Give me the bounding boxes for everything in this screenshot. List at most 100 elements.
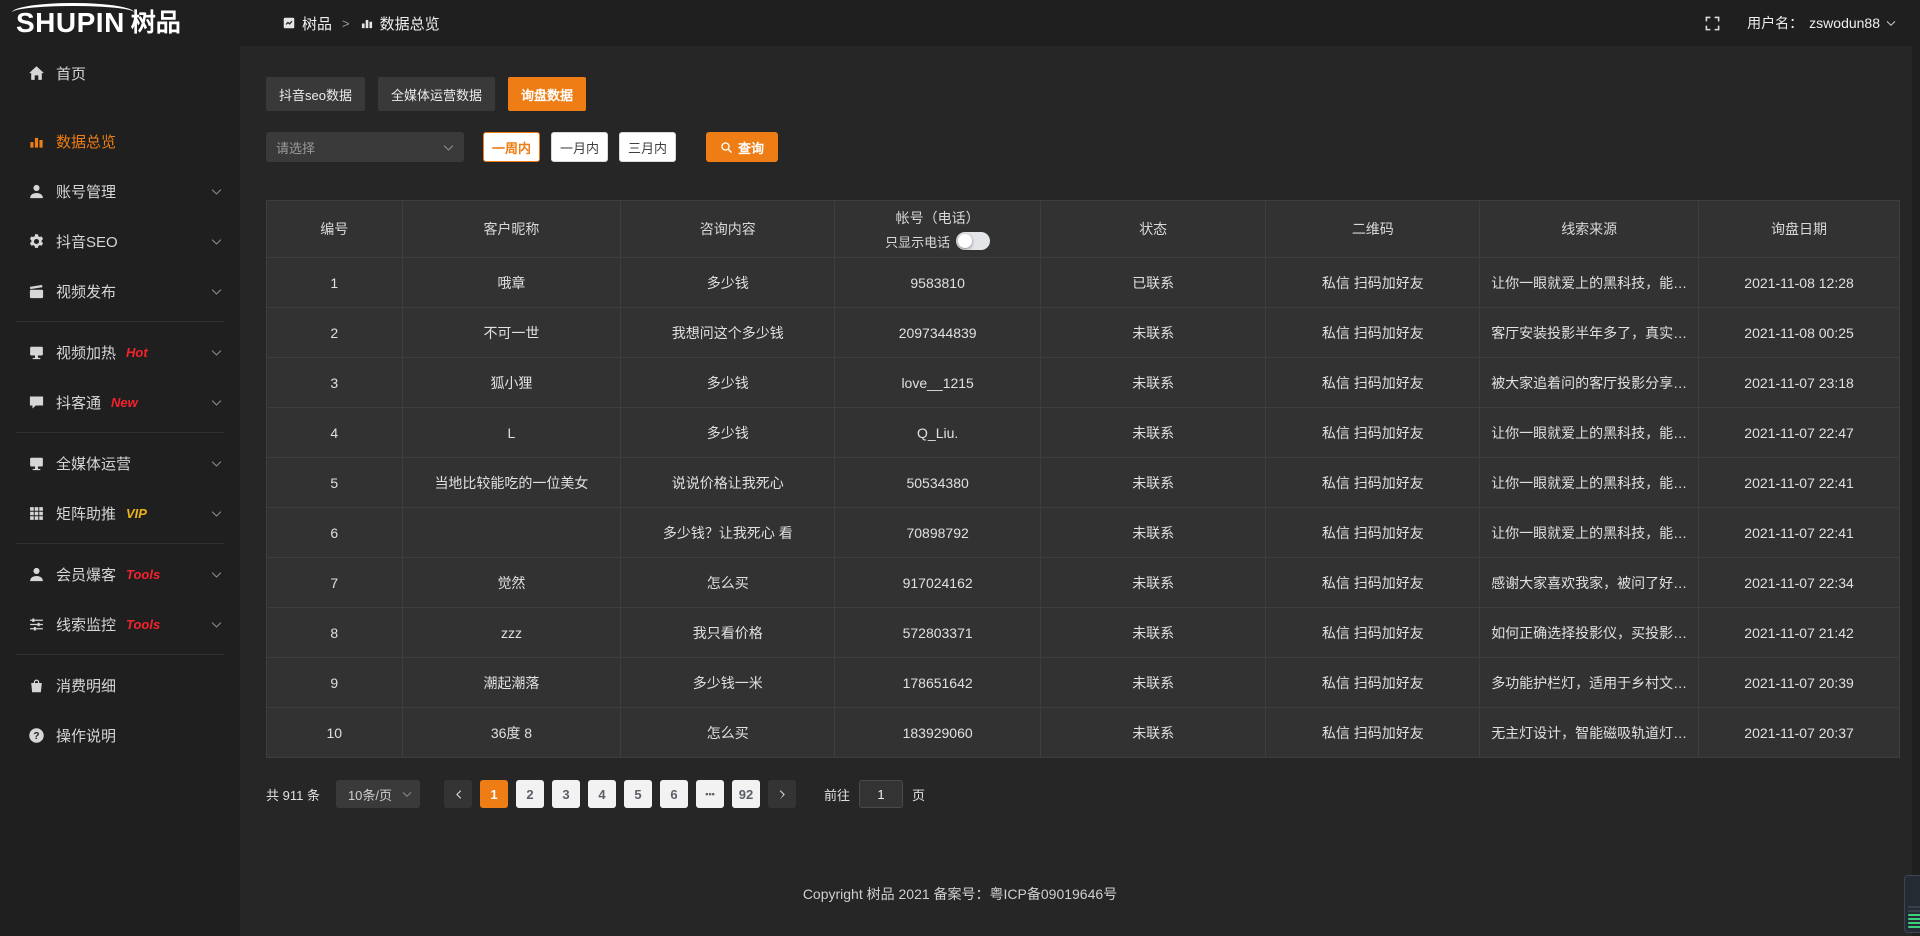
svg-text:?: ? — [33, 730, 39, 741]
cell-qr-links[interactable]: 私信 扫码加好友 — [1266, 258, 1480, 308]
cell-qr-links[interactable]: 私信 扫码加好友 — [1266, 608, 1480, 658]
cell-qr-links[interactable]: 私信 扫码加好友 — [1266, 308, 1480, 358]
sidebar-item-0[interactable]: 首页 — [0, 48, 240, 98]
screen-icon — [28, 344, 45, 361]
chevron-down-icon — [211, 397, 222, 408]
cell-status: 未联系 — [1041, 608, 1266, 658]
cell-qr-links[interactable]: 私信 扫码加好友 — [1266, 408, 1480, 458]
user-menu[interactable]: 用户名：zswodun88 — [1747, 13, 1896, 33]
sidebar-item-12[interactable]: ?操作说明 — [0, 710, 240, 760]
footer: Copyright 树品 2021 备案号：粤ICP备09019646号 — [0, 852, 1920, 936]
prev-page-button[interactable] — [444, 780, 472, 808]
table-row-7: 8zzz我只看价格572803371未联系私信 扫码加好友如何正确选择投影仪，买… — [267, 608, 1900, 658]
cell-qr-links[interactable]: 私信 扫码加好友 — [1266, 358, 1480, 408]
sidebar-item-badge: Hot — [126, 345, 148, 360]
cell-source-link[interactable]: 感谢大家喜欢我家，被问了好… — [1480, 558, 1699, 608]
page-button-1[interactable]: 1 — [480, 780, 508, 808]
breadcrumb-item-current[interactable]: 数据总览 — [360, 13, 440, 34]
cell-account: 917024162 — [835, 558, 1041, 608]
cell-qr-links[interactable]: 私信 扫码加好友 — [1266, 558, 1480, 608]
cell-account: 2097344839 — [835, 308, 1041, 358]
monitor-bar — [1908, 914, 1920, 916]
cell-id: 2 — [267, 308, 403, 358]
cell-source-link[interactable]: 客厅安装投影半年多了，真实… — [1480, 308, 1699, 358]
app-root: SHUPIN 树品 首页数据总览账号管理抖音SEO视频发布视频加热Hot抖客通N… — [0, 0, 1920, 936]
cell-content: 说说价格让我死心 — [621, 458, 835, 508]
cell-qr-links[interactable]: 私信 扫码加好友 — [1266, 658, 1480, 708]
cell-date: 2021-11-07 22:41 — [1699, 458, 1900, 508]
monitor-bar — [1908, 918, 1920, 920]
brand-logo[interactable]: SHUPIN 树品 — [0, 0, 240, 46]
next-page-button[interactable] — [768, 780, 796, 808]
chevron-down-icon — [211, 508, 222, 519]
pagination-total: 共 911 条 — [266, 785, 320, 804]
cell-content: 多少钱 — [621, 258, 835, 308]
user-icon — [28, 183, 45, 200]
question-icon: ? — [28, 727, 45, 744]
range-button-2[interactable]: 三月内 — [619, 132, 676, 162]
cell-source-link[interactable]: 让你一眼就爱上的黑科技，能… — [1480, 258, 1699, 308]
cell-id: 4 — [267, 408, 403, 458]
sidebar-item-10[interactable]: 线索监控Tools — [0, 599, 240, 649]
column-header-6: 线索来源 — [1480, 201, 1699, 258]
sidebar-item-2[interactable]: 账号管理 — [0, 166, 240, 216]
cell-qr-links[interactable]: 私信 扫码加好友 — [1266, 458, 1480, 508]
sidebar-item-label: 抖客通 — [56, 392, 101, 413]
sidebar-item-9[interactable]: 会员爆客Tools — [0, 549, 240, 599]
page-ellipsis[interactable]: ••• — [696, 780, 724, 808]
cell-source-link[interactable]: 如何正确选择投影仪，买投影… — [1480, 608, 1699, 658]
chevron-down-icon — [211, 236, 222, 247]
cell-source-link[interactable]: 让你一眼就爱上的黑科技，能… — [1480, 458, 1699, 508]
breadcrumb-label: 树品 — [302, 13, 332, 34]
username-value: zswodun88 — [1809, 15, 1880, 31]
monitor-bar — [1908, 906, 1920, 908]
cell-id: 1 — [267, 258, 403, 308]
tab-2[interactable]: 询盘数据 — [508, 77, 586, 111]
cell-nickname: 当地比较能吃的一位美女 — [402, 458, 621, 508]
page-button-2[interactable]: 2 — [516, 780, 544, 808]
cell-source-link[interactable]: 无主灯设计，智能磁吸轨道灯… — [1480, 708, 1699, 758]
cell-source-link[interactable]: 多功能护栏灯，适用于乡村文… — [1480, 658, 1699, 708]
cell-source-link[interactable]: 被大家追着问的客厅投影分享… — [1480, 358, 1699, 408]
range-button-0[interactable]: 一周内 — [483, 132, 540, 162]
phone-only-toggle[interactable] — [956, 232, 990, 250]
sidebar-item-6[interactable]: 抖客通New — [0, 377, 240, 427]
sidebar-item-8[interactable]: 矩阵助推VIP — [0, 488, 240, 538]
sidebar-item-label: 线索监控 — [56, 614, 116, 635]
range-button-1[interactable]: 一月内 — [551, 132, 608, 162]
page-button-4[interactable]: 4 — [588, 780, 616, 808]
chevron-down-icon — [211, 569, 222, 580]
search-button[interactable]: 查询 — [706, 132, 778, 162]
home-icon — [28, 65, 45, 82]
table-row-4: 5当地比较能吃的一位美女说说价格让我死心50534380未联系私信 扫码加好友让… — [267, 458, 1900, 508]
chevron-down-icon — [211, 286, 222, 297]
sidebar-item-1[interactable]: 数据总览 — [0, 116, 240, 166]
sidebar-item-3[interactable]: 抖音SEO — [0, 216, 240, 266]
sidebar-item-4[interactable]: 视频发布 — [0, 266, 240, 316]
page-button-92[interactable]: 92 — [732, 780, 760, 808]
cell-source-link[interactable]: 让你一眼就爱上的黑科技，能… — [1480, 508, 1699, 558]
sidebar-item-5[interactable]: 视频加热Hot — [0, 327, 240, 377]
corner-monitor-widget[interactable] — [1904, 875, 1920, 933]
sidebar-item-11[interactable]: 消费明细 — [0, 660, 240, 710]
page-button-6[interactable]: 6 — [660, 780, 688, 808]
search-button-label: 查询 — [738, 138, 764, 157]
tab-1[interactable]: 全媒体运营数据 — [378, 77, 495, 111]
page-button-5[interactable]: 5 — [624, 780, 652, 808]
goto-page-input[interactable] — [859, 780, 903, 808]
cell-qr-links[interactable]: 私信 扫码加好友 — [1266, 508, 1480, 558]
breadcrumb: 树品 > 数据总览 — [282, 13, 440, 34]
page-size-select[interactable]: 10条/页 — [336, 780, 420, 808]
sidebar-item-7[interactable]: 全媒体运营 — [0, 438, 240, 488]
fullscreen-icon[interactable] — [1704, 15, 1721, 32]
cell-qr-links[interactable]: 私信 扫码加好友 — [1266, 708, 1480, 758]
chevron-down-icon — [402, 789, 412, 799]
tab-0[interactable]: 抖音seo数据 — [266, 77, 365, 111]
filter-select[interactable]: 请选择 — [266, 132, 464, 162]
scrollbar-track[interactable] — [1912, 0, 1920, 936]
page-button-3[interactable]: 3 — [552, 780, 580, 808]
breadcrumb-separator: > — [342, 16, 350, 31]
breadcrumb-item-home[interactable]: 树品 — [282, 13, 332, 34]
cell-source-link[interactable]: 让你一眼就爱上的黑科技，能… — [1480, 408, 1699, 458]
cell-status: 未联系 — [1041, 558, 1266, 608]
